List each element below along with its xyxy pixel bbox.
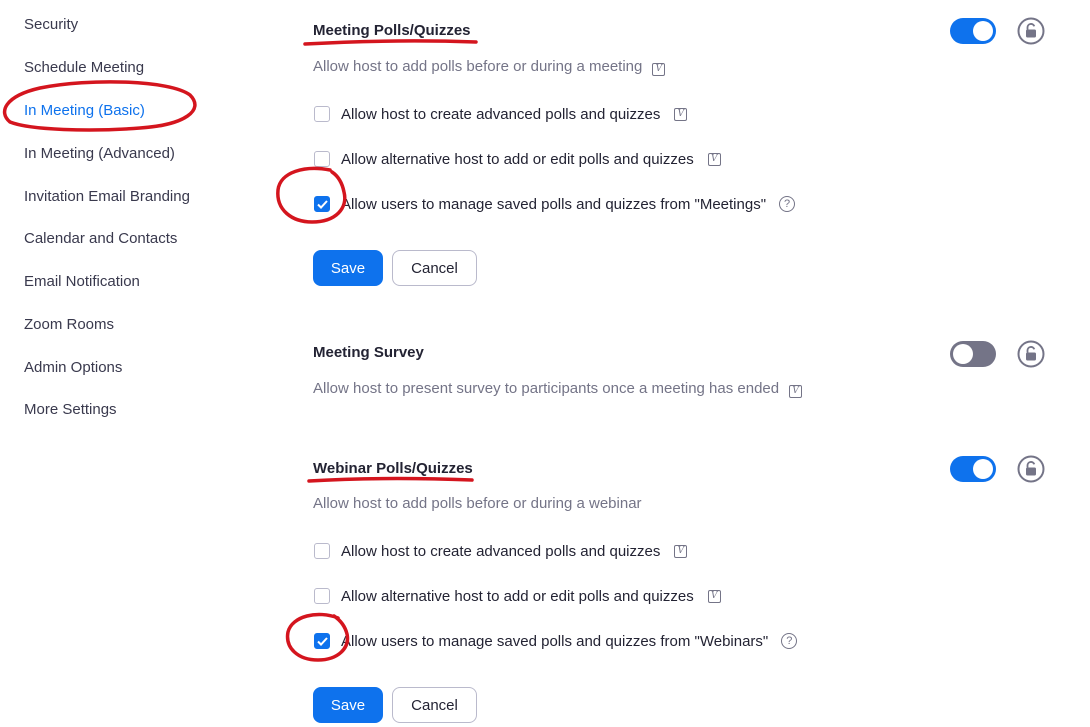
option-label: Allow alternative host to add or edit po… bbox=[341, 587, 694, 605]
webinar-manage-saved-polls-checkbox[interactable] bbox=[314, 633, 330, 649]
sidebar-item-in-meeting-advanced[interactable]: In Meeting (Advanced) bbox=[24, 145, 175, 162]
webinar-polls-save-button[interactable]: Save bbox=[313, 687, 383, 723]
toggle-knob bbox=[973, 459, 993, 479]
v-icon: V bbox=[674, 107, 688, 121]
v-icon: V bbox=[789, 384, 803, 398]
webinar-option-alt-host-polls: Allow alternative host to add or edit po… bbox=[313, 586, 721, 606]
meeting-polls-title: Meeting Polls/Quizzes bbox=[313, 22, 471, 39]
meeting-option-manage-saved-polls: Allow users to manage saved polls and qu… bbox=[313, 194, 796, 214]
checkmark-icon bbox=[316, 199, 328, 209]
meeting-option-advanced-polls: Allow host to create advanced polls and … bbox=[313, 104, 688, 124]
meeting-polls-cancel-button[interactable]: Cancel bbox=[392, 250, 477, 286]
sidebar-item-calendar-and-contacts[interactable]: Calendar and Contacts bbox=[24, 230, 177, 247]
sidebar-item-more-settings[interactable]: More Settings bbox=[24, 401, 117, 418]
meeting-polls-description: Allow host to add polls before or during… bbox=[313, 58, 666, 76]
meeting-polls-save-button[interactable]: Save bbox=[313, 250, 383, 286]
sidebar-item-security[interactable]: Security bbox=[24, 16, 78, 33]
checkmark-icon bbox=[316, 636, 328, 646]
annotation-underline-webinar-polls bbox=[307, 476, 474, 483]
question-icon[interactable]: ? bbox=[779, 196, 796, 212]
v-icon: V bbox=[674, 544, 688, 558]
settings-sidebar: Security Schedule Meeting In Meeting (Ba… bbox=[0, 0, 270, 727]
annotation-underline-meeting-polls bbox=[303, 39, 478, 46]
sidebar-item-email-notification[interactable]: Email Notification bbox=[24, 273, 140, 290]
v-icon: V bbox=[652, 62, 666, 76]
option-label: Allow host to create advanced polls and … bbox=[341, 105, 661, 123]
meeting-advanced-polls-checkbox[interactable] bbox=[314, 106, 330, 122]
lock-icon[interactable] bbox=[1017, 340, 1045, 368]
webinar-option-manage-saved-polls: Allow users to manage saved polls and qu… bbox=[313, 631, 798, 651]
meeting-polls-toggle[interactable] bbox=[950, 18, 996, 44]
meeting-survey-description-text: Allow host to present survey to particip… bbox=[313, 380, 780, 397]
webinar-polls-toggle[interactable] bbox=[950, 456, 996, 482]
sidebar-item-admin-options[interactable]: Admin Options bbox=[24, 359, 122, 376]
sidebar-item-schedule-meeting[interactable]: Schedule Meeting bbox=[24, 59, 144, 76]
meeting-polls-description-text: Allow host to add polls before or during… bbox=[313, 58, 643, 75]
sidebar-item-invitation-email-branding[interactable]: Invitation Email Branding bbox=[24, 188, 190, 205]
option-label: Allow users to manage saved polls and qu… bbox=[341, 195, 767, 213]
option-label: Allow users to manage saved polls and qu… bbox=[341, 632, 769, 650]
v-icon: V bbox=[707, 589, 721, 603]
lock-icon[interactable] bbox=[1017, 17, 1045, 45]
option-label: Allow alternative host to add or edit po… bbox=[341, 150, 694, 168]
v-icon: V bbox=[707, 152, 721, 166]
webinar-advanced-polls-checkbox[interactable] bbox=[314, 543, 330, 559]
webinar-polls-title: Webinar Polls/Quizzes bbox=[313, 460, 473, 477]
toggle-knob bbox=[953, 344, 973, 364]
webinar-polls-description: Allow host to add polls before or during… bbox=[313, 495, 642, 512]
meeting-survey-description: Allow host to present survey to particip… bbox=[313, 380, 803, 398]
question-icon[interactable]: ? bbox=[781, 633, 798, 649]
webinar-polls-cancel-button[interactable]: Cancel bbox=[392, 687, 477, 723]
meeting-survey-title: Meeting Survey bbox=[313, 344, 424, 361]
sidebar-item-in-meeting-basic[interactable]: In Meeting (Basic) bbox=[24, 102, 145, 119]
meeting-alt-host-polls-checkbox[interactable] bbox=[314, 151, 330, 167]
option-label: Allow host to create advanced polls and … bbox=[341, 542, 661, 560]
sidebar-item-zoom-rooms[interactable]: Zoom Rooms bbox=[24, 316, 114, 333]
toggle-knob bbox=[973, 21, 993, 41]
meeting-option-alt-host-polls: Allow alternative host to add or edit po… bbox=[313, 149, 721, 169]
webinar-option-advanced-polls: Allow host to create advanced polls and … bbox=[313, 541, 688, 561]
meeting-survey-toggle[interactable] bbox=[950, 341, 996, 367]
webinar-alt-host-polls-checkbox[interactable] bbox=[314, 588, 330, 604]
lock-icon[interactable] bbox=[1017, 455, 1045, 483]
settings-page: Security Schedule Meeting In Meeting (Ba… bbox=[0, 0, 1090, 727]
meeting-manage-saved-polls-checkbox[interactable] bbox=[314, 196, 330, 212]
